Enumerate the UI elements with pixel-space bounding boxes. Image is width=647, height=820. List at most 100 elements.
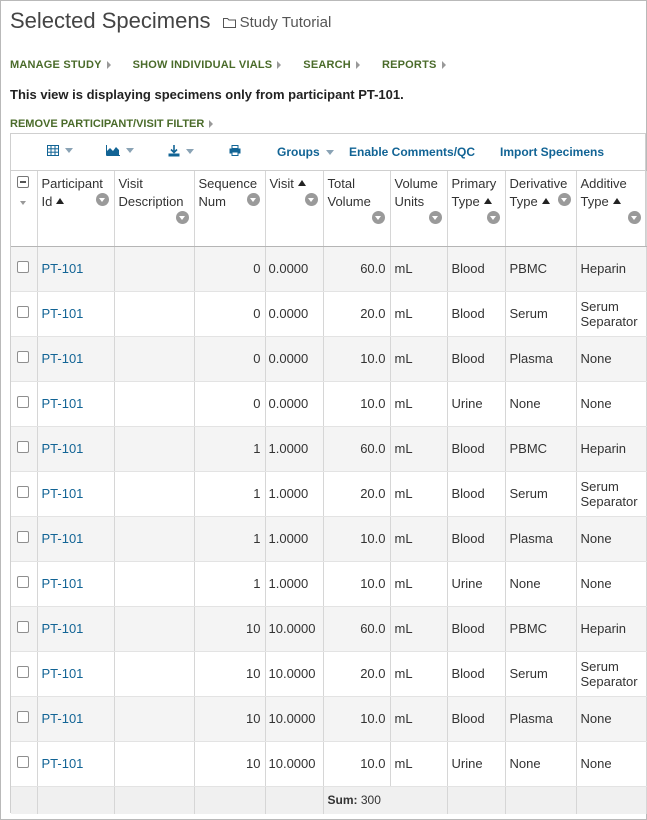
- volume-units-cell: mL: [390, 696, 448, 742]
- participant-link[interactable]: PT-101: [42, 486, 84, 501]
- total-volume-cell: 10.0: [323, 381, 391, 427]
- menu-manage-study[interactable]: MANAGE STUDY: [10, 59, 111, 71]
- col-sequence-num[interactable]: Sequence Num: [194, 171, 266, 247]
- participant-link[interactable]: PT-101: [42, 531, 84, 546]
- grid-icon: [47, 145, 59, 156]
- column-menu-icon[interactable]: [304, 193, 318, 206]
- row-checkbox[interactable]: [17, 620, 29, 633]
- participant-link[interactable]: PT-101: [42, 621, 84, 636]
- participant-link[interactable]: PT-101: [42, 711, 84, 726]
- participant-link[interactable]: PT-101: [42, 261, 84, 276]
- participant-link[interactable]: PT-101: [42, 441, 84, 456]
- volume-units-cell: mL: [390, 561, 448, 607]
- row-checkbox[interactable]: [17, 530, 29, 543]
- column-menu-icon[interactable]: [557, 193, 571, 206]
- derivative-type-cell: Plasma: [505, 696, 577, 742]
- participant-link[interactable]: PT-101: [42, 666, 84, 681]
- row-select-cell: [11, 246, 38, 292]
- col-volume-units[interactable]: Volume Units: [390, 171, 448, 247]
- menu-search[interactable]: SEARCH: [303, 59, 360, 71]
- print-button[interactable]: [229, 145, 241, 156]
- column-menu-icon[interactable]: [371, 211, 385, 224]
- visit-description-cell: [114, 336, 195, 382]
- chevron-down-icon[interactable]: [20, 201, 26, 205]
- folder-link[interactable]: Study Tutorial: [222, 14, 331, 31]
- row-checkbox[interactable]: [17, 665, 29, 678]
- row-checkbox[interactable]: [17, 305, 29, 318]
- column-menu-icon[interactable]: [246, 193, 260, 206]
- participant-link[interactable]: PT-101: [42, 306, 84, 321]
- chart-menu[interactable]: [106, 145, 134, 156]
- import-specimens-button[interactable]: Import Specimens: [500, 145, 604, 159]
- sequence-num-cell: 0: [194, 246, 266, 292]
- arrow-right-icon: [106, 61, 111, 69]
- column-menu-icon[interactable]: [428, 211, 442, 224]
- chevron-down-icon: [186, 148, 194, 154]
- row-checkbox[interactable]: [17, 440, 29, 453]
- menu-reports[interactable]: REPORTS: [382, 59, 446, 71]
- participant-id-cell: PT-101: [37, 246, 115, 292]
- visit-description-cell: [114, 651, 195, 697]
- export-menu[interactable]: [168, 145, 194, 157]
- column-menu-icon[interactable]: [627, 211, 641, 224]
- select-all-checkbox[interactable]: [17, 176, 29, 188]
- row-checkbox[interactable]: [17, 485, 29, 498]
- row-checkbox[interactable]: [17, 575, 29, 588]
- col-visit-description[interactable]: Visit Description: [114, 171, 195, 247]
- derivative-type-cell: None: [505, 741, 577, 787]
- row-checkbox[interactable]: [17, 755, 29, 768]
- participant-link[interactable]: PT-101: [42, 756, 84, 771]
- col-derivative-type[interactable]: Derivative Type: [505, 171, 577, 247]
- row-select-cell: [11, 741, 38, 787]
- visit-description-cell: [114, 381, 195, 427]
- col-visit[interactable]: Visit: [265, 171, 324, 247]
- participant-link[interactable]: PT-101: [42, 396, 84, 411]
- row-checkbox[interactable]: [17, 395, 29, 408]
- visit-description-cell: [114, 741, 195, 787]
- column-label: Visit: [269, 176, 294, 191]
- col-primary-type[interactable]: Primary Type: [447, 171, 506, 247]
- download-icon: [168, 145, 180, 157]
- participant-id-cell: PT-101: [37, 606, 115, 652]
- derivative-type-cell: PBMC: [505, 606, 577, 652]
- primary-type-cell: Blood: [447, 516, 506, 562]
- participant-id-cell: PT-101: [37, 561, 115, 607]
- participant-link[interactable]: PT-101: [42, 576, 84, 591]
- row-checkbox[interactable]: [17, 350, 29, 363]
- sort-ascending-icon: [541, 198, 550, 204]
- table-row: PT-101 0 0.0000 10.0 mL Urine None None: [11, 381, 647, 427]
- sequence-num-cell: 1: [194, 561, 266, 607]
- participant-id-cell: PT-101: [37, 741, 115, 787]
- visit-cell: 0.0000: [265, 246, 324, 292]
- additive-type-cell: Heparin: [576, 426, 647, 472]
- participant-link[interactable]: PT-101: [42, 351, 84, 366]
- col-additive-type[interactable]: Additive Type: [576, 171, 647, 247]
- grid-view-menu[interactable]: [47, 145, 73, 156]
- additive-type-cell: None: [576, 381, 647, 427]
- col-participant-id[interactable]: Participant Id: [37, 171, 115, 247]
- total-volume-cell: 20.0: [323, 471, 391, 517]
- row-select-cell: [11, 651, 38, 697]
- volume-units-cell: mL: [390, 651, 448, 697]
- total-volume-cell: 20.0: [323, 291, 391, 337]
- volume-units-cell: mL: [390, 471, 448, 517]
- sort-ascending-icon: [56, 198, 65, 204]
- column-label: Additive Type: [580, 176, 627, 209]
- column-label: Volume Units: [394, 176, 438, 209]
- primary-type-cell: Blood: [447, 651, 506, 697]
- remove-filter-link[interactable]: REMOVE PARTICIPANT/VISIT FILTER: [10, 118, 214, 130]
- primary-type-cell: Blood: [447, 471, 506, 517]
- groups-menu[interactable]: Groups: [277, 145, 334, 159]
- derivative-type-cell: Serum: [505, 471, 577, 517]
- menu-show-individual-vials[interactable]: SHOW INDIVIDUAL VIALS: [133, 59, 282, 71]
- participant-id-cell: PT-101: [37, 471, 115, 517]
- column-menu-icon[interactable]: [95, 193, 109, 206]
- enable-comments-qc-button[interactable]: Enable Comments/QC: [349, 145, 475, 159]
- row-checkbox[interactable]: [17, 260, 29, 273]
- column-menu-icon[interactable]: [486, 211, 500, 224]
- row-checkbox[interactable]: [17, 710, 29, 723]
- column-menu-icon[interactable]: [175, 211, 189, 224]
- col-total-volume[interactable]: Total Volume: [323, 171, 391, 247]
- derivative-type-cell: Plasma: [505, 516, 577, 562]
- menu-label: MANAGE STUDY: [10, 59, 102, 71]
